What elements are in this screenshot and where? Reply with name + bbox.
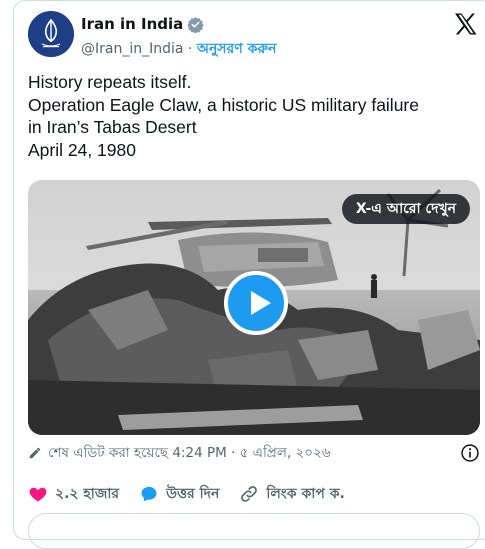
account-name[interactable]: Iran in India (81, 15, 183, 33)
tweet-header: Iran in India @Iran_in_India · অনুসরণ কর… (28, 11, 478, 57)
verified-badge-icon (187, 16, 205, 33)
reply-bubble-icon (141, 486, 157, 502)
tweet-text-line: History repeats itself. (28, 72, 192, 92)
tweet-meta: শেষ এডিট করা হয়েছে 4:24 PM · ৫ এপ্রিল, … (28, 442, 480, 464)
video-media[interactable]: X-এ আরো দেখুন (28, 180, 480, 435)
tweet-text: History repeats itself. Operation Eagle … (28, 71, 478, 161)
tweet-text-line: Operation Eagle Claw, a historic US mili… (28, 94, 419, 115)
action-bar: ২.২ হাজার উত্তর দিন লিংক কাপ ক. (28, 483, 480, 505)
like-button[interactable]: ২.২ হাজার (28, 482, 119, 506)
x-logo-icon[interactable] (454, 13, 478, 35)
play-icon[interactable] (224, 271, 288, 335)
separator: · (187, 41, 193, 57)
handle[interactable]: @Iran_in_India (81, 41, 183, 57)
name-row: Iran in India (81, 15, 205, 33)
tweet-card[interactable]: Iran in India @Iran_in_India · অনুসরণ কর… (13, 0, 485, 549)
follow-button[interactable]: অনুসরণ করুন (197, 41, 277, 57)
reply-button[interactable]: উত্তর দিন (139, 482, 219, 506)
copy-link-button[interactable]: লিংক কাপ ক. (239, 482, 345, 506)
copy-link-label: লিংক কাপ ক. (266, 486, 345, 502)
see-more-on-x-button[interactable]: X-এ আরো দেখুন (341, 194, 470, 224)
avatar[interactable] (28, 11, 74, 57)
heart-icon (29, 487, 47, 502)
edited-timestamp[interactable]: শেষ এডিট করা হয়েছে 4:24 PM · ৫ এপ্রিল, … (48, 442, 331, 465)
tweet-text-line: in Iran’s Tabas Desert (28, 117, 197, 137)
edit-pencil-icon (29, 447, 41, 459)
tweet-text-line: April 24, 1980 (28, 139, 136, 160)
link-icon (241, 486, 258, 502)
reply-label: উত্তর দিন (166, 486, 220, 502)
info-icon[interactable] (460, 443, 480, 463)
read-replies-button[interactable] (28, 513, 480, 549)
handle-row: @Iran_in_India · অনুসরণ করুন (81, 37, 277, 61)
like-count: ২.২ হাজার (55, 486, 120, 502)
